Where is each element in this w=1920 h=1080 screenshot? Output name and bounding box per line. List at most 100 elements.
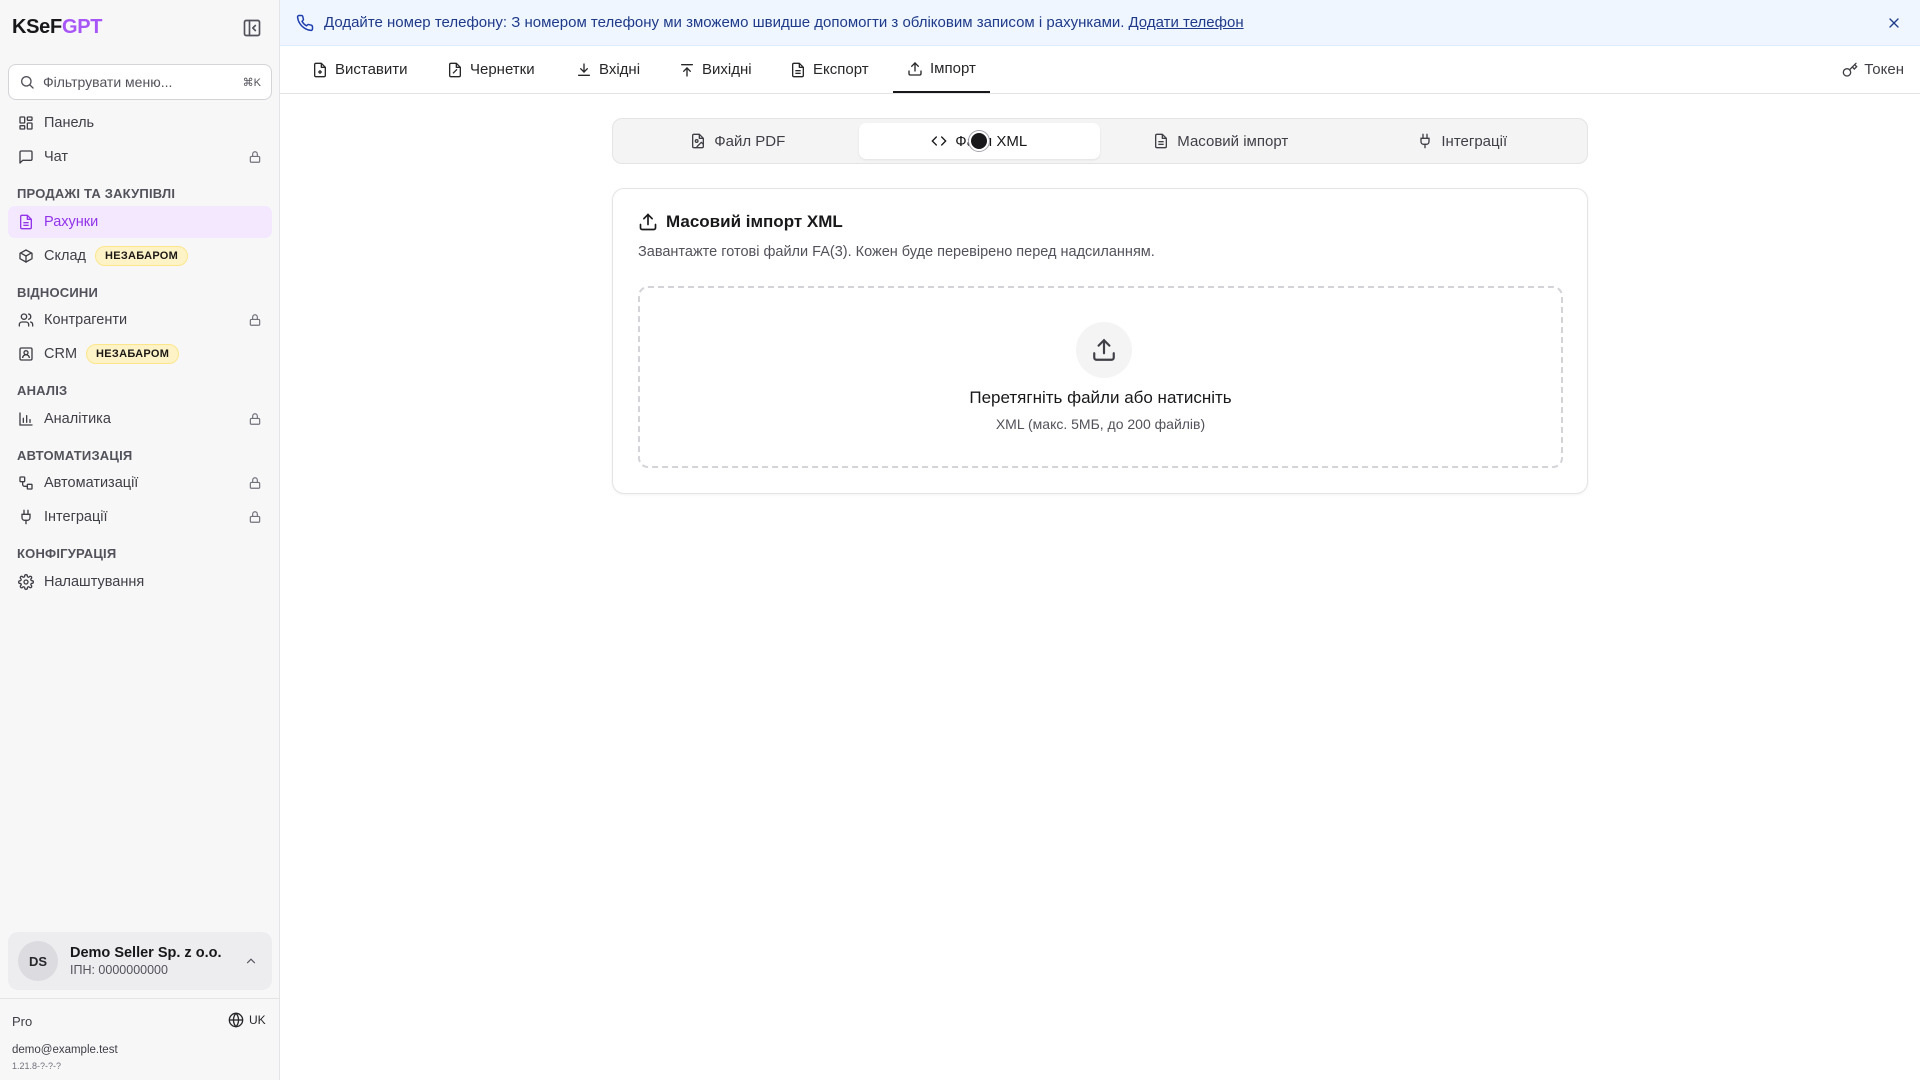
token-label: Токен bbox=[1864, 61, 1904, 78]
file-text-icon bbox=[1153, 133, 1169, 149]
phone-icon bbox=[296, 14, 314, 32]
top-tabs: Виставити Чернетки Вхідні Вихідні Експор… bbox=[280, 46, 1920, 94]
card-title: Масовий імпорт XML bbox=[638, 212, 843, 232]
tab-incoming[interactable]: Вхідні bbox=[576, 46, 640, 93]
lock-icon bbox=[248, 412, 262, 426]
tab-label: Чернетки bbox=[470, 61, 535, 78]
sidebar-item-label: Інтеграції bbox=[44, 509, 108, 525]
account-switcher[interactable]: DS Demo Seller Sp. z o.o. ІПН: 000000000… bbox=[8, 932, 272, 990]
search-icon bbox=[19, 74, 35, 90]
sidebar-item-chat[interactable]: Чат bbox=[8, 141, 272, 173]
sidebar-item-settings[interactable]: Налаштування bbox=[8, 566, 272, 598]
user-email: demo@example.test bbox=[12, 1044, 118, 1056]
bar-chart-icon bbox=[18, 411, 34, 427]
section-analysis: АНАЛІЗ bbox=[17, 383, 68, 398]
mouse-cursor bbox=[969, 131, 989, 151]
dropzone-title: Перетягніть файли або натисніть bbox=[969, 388, 1232, 407]
file-dropzone[interactable]: Перетягніть файли або натисніть XML (мак… bbox=[638, 286, 1563, 468]
dashboard-icon bbox=[18, 115, 34, 131]
sidebar-item-label: Чат bbox=[44, 149, 69, 165]
section-config: КОНФІГУРАЦІЯ bbox=[17, 546, 117, 561]
users-icon bbox=[18, 312, 34, 328]
section-sales: ПРОДАЖІ ТА ЗАКУПІВЛІ bbox=[17, 186, 176, 201]
phone-banner: Додайте номер телефону: З номером телефо… bbox=[280, 0, 1920, 46]
upload-icon bbox=[907, 61, 923, 77]
package-icon bbox=[18, 248, 34, 264]
close-icon[interactable] bbox=[1886, 15, 1902, 31]
sidebar-item-label: Панель bbox=[44, 115, 95, 131]
code-icon bbox=[931, 133, 947, 149]
download-icon bbox=[576, 62, 592, 78]
card-title-text: Масовий імпорт XML bbox=[666, 212, 843, 231]
menu-filter[interactable]: ⌘K bbox=[8, 64, 272, 100]
tab-issue[interactable]: Виставити bbox=[312, 46, 408, 93]
account-name: Demo Seller Sp. z o.o. bbox=[70, 945, 222, 961]
key-icon bbox=[1842, 62, 1858, 78]
app-version: 1.21.8-?-?-? bbox=[12, 1061, 62, 1071]
draft-icon bbox=[447, 62, 463, 78]
banner-message: Додайте номер телефону: З номером телефо… bbox=[324, 14, 1125, 31]
sidebar-item-panel[interactable]: Панель bbox=[8, 107, 272, 139]
menu-filter-input[interactable] bbox=[43, 74, 243, 90]
globe-icon bbox=[228, 1012, 244, 1028]
plug-icon bbox=[1417, 133, 1433, 149]
workflow-icon bbox=[18, 475, 34, 491]
tab-label: Імпорт bbox=[930, 60, 976, 77]
tab-label: Файл XML bbox=[955, 132, 1028, 150]
language-switcher[interactable]: UK bbox=[228, 1012, 266, 1028]
app-logo[interactable]: KSeFGPT bbox=[12, 16, 102, 39]
upload-icon bbox=[638, 212, 658, 232]
file-text-icon bbox=[790, 62, 806, 78]
sidebar-item-warehouse[interactable]: Склад НЕЗАБАРОМ bbox=[8, 240, 272, 272]
tab-integrations[interactable]: Інтеграції bbox=[1342, 123, 1584, 159]
language-label: UK bbox=[249, 1013, 266, 1027]
tab-label: Масовий імпорт bbox=[1177, 132, 1289, 150]
chevron-up-icon bbox=[244, 954, 258, 968]
tab-bulk-import[interactable]: Масовий імпорт bbox=[1100, 123, 1342, 159]
sidebar-item-label: Рахунки bbox=[44, 214, 99, 230]
tab-outgoing[interactable]: Вихідні bbox=[679, 46, 752, 93]
sidebar-item-integrations[interactable]: Інтеграції bbox=[8, 501, 272, 533]
sidebar-divider bbox=[0, 998, 280, 999]
upload-icon bbox=[679, 62, 695, 78]
sidebar-item-label: Склад bbox=[44, 248, 86, 264]
sidebar-item-label: Аналітика bbox=[44, 411, 111, 427]
tab-drafts[interactable]: Чернетки bbox=[447, 46, 535, 93]
lock-icon bbox=[248, 476, 262, 490]
sidebar-item-crm[interactable]: CRM НЕЗАБАРОМ bbox=[8, 338, 272, 370]
tab-pdf-file[interactable]: Файл PDF bbox=[617, 123, 859, 159]
gear-icon bbox=[18, 574, 34, 590]
sidebar-collapse-icon[interactable] bbox=[242, 18, 262, 38]
chat-icon bbox=[18, 149, 34, 165]
coming-soon-badge: НЕЗАБАРОМ bbox=[94, 246, 189, 266]
add-phone-link[interactable]: Додати телефон bbox=[1128, 14, 1243, 31]
tab-label: Файл PDF bbox=[714, 132, 786, 150]
tab-label: Вихідні bbox=[702, 61, 752, 78]
tab-label: Вхідні bbox=[599, 61, 641, 78]
tab-import[interactable]: Імпорт bbox=[893, 46, 990, 93]
file-plus-icon bbox=[312, 62, 328, 78]
sidebar-item-label: Контрагенти bbox=[44, 312, 128, 328]
sidebar-item-contractors[interactable]: Контрагенти bbox=[8, 304, 272, 336]
avatar: DS bbox=[18, 941, 58, 981]
contact-card-icon bbox=[18, 346, 34, 362]
lock-icon bbox=[248, 150, 262, 164]
sidebar-item-automations[interactable]: Автоматизації bbox=[8, 467, 272, 499]
filter-shortcut-hint: ⌘K bbox=[242, 76, 261, 89]
tab-export[interactable]: Експорт bbox=[790, 46, 869, 93]
bulk-xml-import-card: Масовий імпорт XML Завантажте готові фай… bbox=[612, 188, 1588, 494]
token-button[interactable]: Токен bbox=[1842, 46, 1904, 93]
plug-icon bbox=[18, 509, 34, 525]
sidebar-item-analytics[interactable]: Аналітика bbox=[8, 403, 272, 435]
tab-label: Експорт bbox=[813, 61, 869, 78]
section-automation: АВТОМАТИЗАЦІЯ bbox=[17, 448, 133, 463]
dropzone-hint: XML (макс. 5МБ, до 200 файлів) bbox=[995, 416, 1206, 432]
document-icon bbox=[18, 214, 34, 230]
sidebar-item-label: CRM bbox=[44, 346, 78, 362]
tab-label: Виставити bbox=[335, 61, 408, 78]
tab-label: Інтеграції bbox=[1441, 132, 1508, 150]
upload-icon bbox=[1076, 322, 1132, 378]
sidebar-item-invoices[interactable]: Рахунки bbox=[8, 206, 272, 238]
section-relations: ВІДНОСИНИ bbox=[17, 285, 99, 300]
plan-label: Pro bbox=[12, 1014, 33, 1029]
